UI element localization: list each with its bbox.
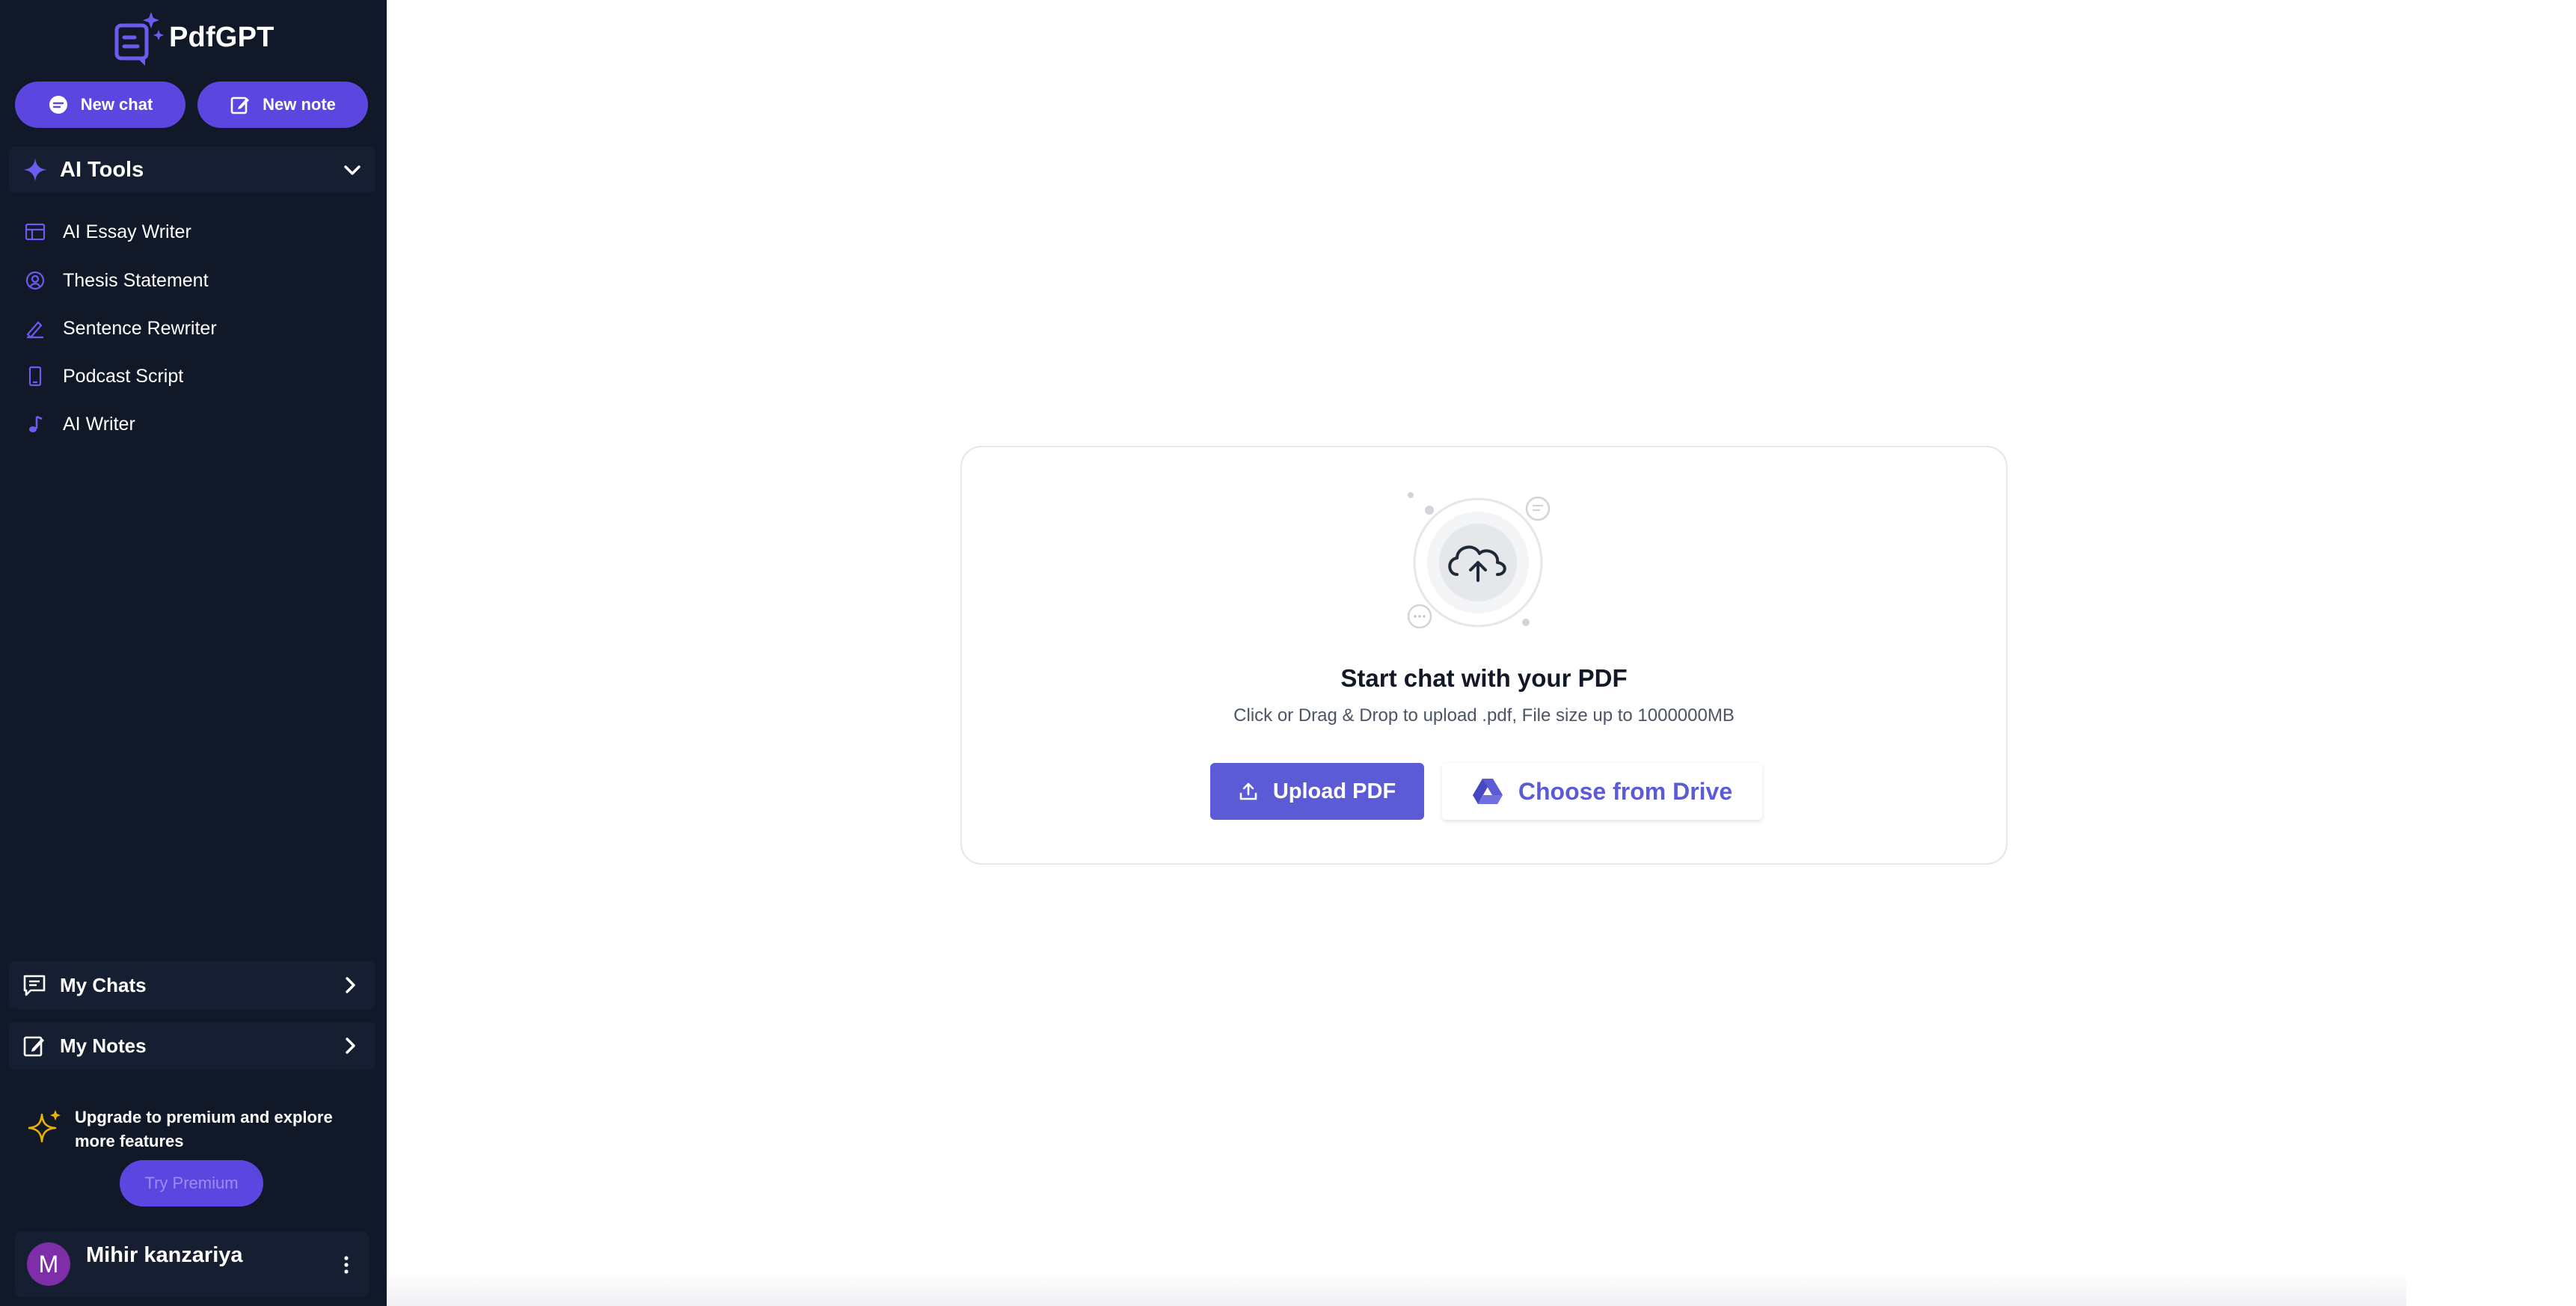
user-name: Mihir kanzariya bbox=[86, 1243, 243, 1267]
ai-tools-label: AI Tools bbox=[60, 157, 144, 182]
sidebar-item-sentence-rewriter[interactable]: Sentence Rewriter bbox=[22, 312, 217, 345]
upgrade-text: Upgrade to premium and explore more feat… bbox=[75, 1108, 333, 1150]
choose-from-drive-label: Choose from Drive bbox=[1518, 777, 1733, 805]
sidebar-item-label: Sentence Rewriter bbox=[63, 317, 217, 339]
edit-note-icon bbox=[230, 96, 250, 114]
sidebar-item-label: Thesis Statement bbox=[63, 269, 209, 291]
sidebar-item-ai-essay-writer[interactable]: AI Essay Writer bbox=[22, 215, 191, 248]
new-note-button[interactable]: New note bbox=[197, 82, 368, 128]
upgrade-promo: Upgrade to premium and explore more feat… bbox=[9, 1086, 375, 1213]
sidebar-item-label: Podcast Script bbox=[63, 365, 184, 387]
upload-pdf-label: Upload PDF bbox=[1272, 779, 1396, 803]
more-options-icon[interactable] bbox=[343, 1254, 350, 1276]
app-logo[interactable]: PdfGPT bbox=[112, 6, 275, 69]
new-chat-button[interactable]: New chat bbox=[15, 82, 185, 128]
my-chats-label: My Chats bbox=[60, 973, 147, 996]
bottom-fade bbox=[387, 1272, 2406, 1306]
edit-note-icon bbox=[23, 1036, 44, 1057]
upload-title: Start chat with your PDF bbox=[1340, 664, 1628, 692]
avatar: M bbox=[27, 1242, 70, 1286]
sidebar-item-thesis-statement[interactable]: Thesis Statement bbox=[22, 264, 209, 297]
sidebar-item-ai-writer[interactable]: AI Writer bbox=[22, 408, 135, 441]
badge-icon bbox=[22, 268, 48, 293]
music-note-icon bbox=[22, 411, 48, 437]
chat-bubble-icon bbox=[49, 96, 67, 114]
sidebar-item-label: AI Writer bbox=[63, 413, 135, 435]
pdfgpt-logo-icon bbox=[114, 12, 164, 66]
my-chats-toggle[interactable]: My Chats bbox=[9, 961, 375, 1009]
google-drive-icon bbox=[1472, 779, 1503, 804]
app-name: PdfGPT bbox=[169, 21, 275, 53]
upload-dropzone[interactable]: Start chat with your PDF Click or Drag &… bbox=[960, 446, 2008, 865]
chevron-right-icon bbox=[346, 977, 355, 993]
chevron-right-icon bbox=[346, 1037, 355, 1054]
sidebar-item-label: AI Essay Writer bbox=[63, 221, 191, 242]
upload-subtitle: Click or Drag & Drop to upload .pdf, Fil… bbox=[1233, 705, 1735, 726]
table-icon bbox=[22, 219, 48, 245]
chat-list-icon bbox=[23, 975, 46, 996]
pen-icon bbox=[22, 316, 48, 341]
cloud-upload-icon bbox=[1407, 492, 1551, 629]
choose-from-drive-button[interactable]: Choose from Drive bbox=[1442, 763, 1762, 820]
sparkles-icon bbox=[28, 1110, 61, 1143]
chevron-down-icon bbox=[344, 165, 361, 175]
new-note-label: New note bbox=[263, 95, 336, 114]
phone-icon bbox=[22, 364, 48, 389]
upload-icon bbox=[1239, 782, 1257, 800]
my-notes-label: My Notes bbox=[60, 1034, 147, 1057]
upload-pdf-button[interactable]: Upload PDF bbox=[1210, 763, 1424, 820]
my-notes-toggle[interactable]: My Notes bbox=[9, 1022, 375, 1070]
new-chat-label: New chat bbox=[80, 95, 153, 114]
try-premium-button[interactable]: Try Premium bbox=[120, 1160, 263, 1207]
ai-tools-section-toggle[interactable]: AI Tools bbox=[9, 147, 375, 193]
sidebar-item-podcast-script[interactable]: Podcast Script bbox=[22, 360, 183, 393]
sparkle-icon bbox=[23, 158, 47, 182]
user-profile[interactable]: M Mihir kanzariya bbox=[15, 1231, 369, 1297]
sidebar: PdfGPT New chat New note AI Tools AI Ess… bbox=[0, 0, 387, 1306]
